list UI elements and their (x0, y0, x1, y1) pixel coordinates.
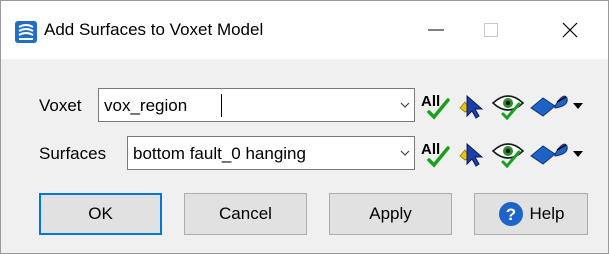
svg-text:?: ? (505, 205, 515, 224)
surfaces-value: bottom fault_0 hanging (133, 144, 306, 163)
visibility-eye-icon (491, 143, 525, 169)
help-label: Help (529, 204, 565, 223)
surfaces-display-style-button[interactable] (529, 138, 585, 168)
window-title: Add Surfaces to Voxet Model (44, 20, 264, 39)
maximize-button[interactable] (461, 1, 521, 59)
surfaces-label: Surfaces (39, 144, 107, 163)
help-icon: ? (498, 202, 523, 226)
voxet-value: vox_region (104, 96, 188, 115)
ok-label: OK (88, 204, 113, 223)
voxet-row: Voxet vox_region All (1, 88, 608, 124)
dialog-window: Add Surfaces to Voxet Model Voxet vox_re… (0, 0, 609, 254)
surfaces-row: Surfaces bottom fault_0 hanging All (1, 136, 608, 172)
voxet-label: Voxet (39, 96, 82, 115)
surfaces-combobox[interactable]: bottom fault_0 hanging (127, 136, 415, 170)
pick-cursor-icon (459, 142, 484, 167)
ok-button[interactable]: OK (39, 193, 162, 235)
all-select-icon: All (421, 93, 450, 120)
chevron-down-icon[interactable] (399, 99, 411, 111)
help-button[interactable]: ? Help (474, 193, 588, 235)
apply-label: Apply (369, 204, 412, 223)
title-bar[interactable]: Add Surfaces to Voxet Model (1, 1, 608, 59)
surfaces-pick-button[interactable] (456, 138, 486, 168)
maximize-icon (484, 23, 498, 37)
display-style-dropdown-icon (530, 95, 583, 117)
cancel-label: Cancel (219, 204, 272, 223)
chevron-down-icon[interactable] (399, 147, 411, 159)
minimize-button[interactable] (406, 1, 466, 59)
voxet-combobox[interactable]: vox_region (98, 88, 415, 122)
voxet-all-button[interactable]: All (419, 90, 451, 120)
voxet-visibility-button[interactable] (491, 90, 525, 121)
svg-text:All: All (421, 141, 440, 158)
apply-button[interactable]: Apply (329, 193, 452, 235)
voxet-pick-button[interactable] (456, 90, 486, 120)
surfaces-visibility-button[interactable] (491, 138, 525, 169)
pick-cursor-icon (459, 94, 484, 119)
cancel-button[interactable]: Cancel (184, 193, 307, 235)
surfaces-all-button[interactable]: All (419, 138, 451, 168)
voxet-model-icon (15, 21, 37, 43)
help-content: ? Help (498, 201, 565, 227)
svg-text:All: All (421, 93, 440, 110)
visibility-eye-icon (491, 95, 525, 121)
display-style-dropdown-icon (530, 143, 583, 165)
minimize-icon (428, 29, 444, 31)
text-caret (221, 94, 222, 117)
all-select-icon: All (421, 141, 450, 168)
close-button[interactable] (540, 1, 600, 59)
close-icon (562, 22, 578, 38)
voxet-display-style-button[interactable] (529, 90, 585, 120)
